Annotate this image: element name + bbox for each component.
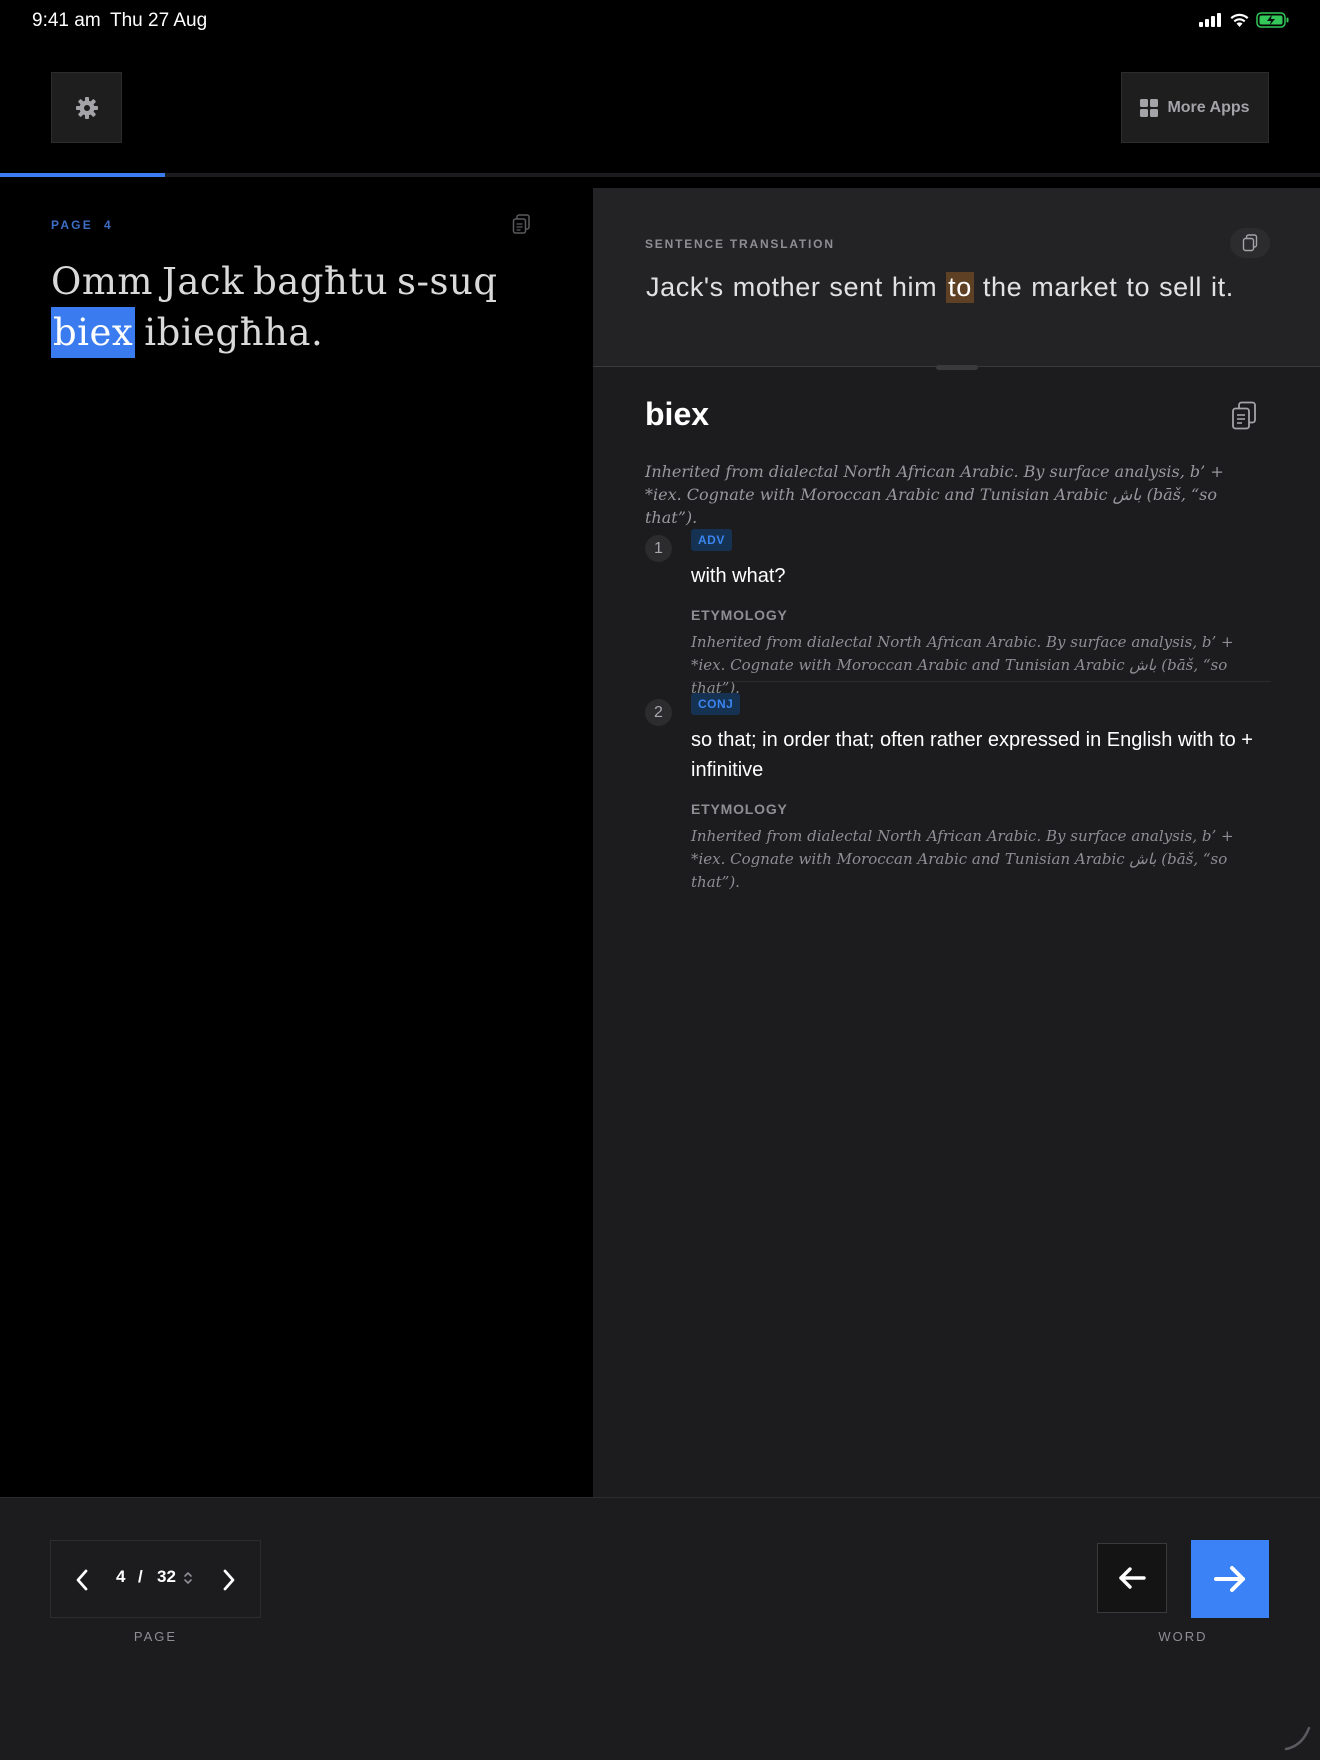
sense-number: 2 <box>645 699 672 726</box>
page-navigator: 4 / 32 <box>50 1540 261 1618</box>
word-caption: WORD <box>1158 1629 1208 1644</box>
resize-corner-icon <box>1284 1726 1311 1751</box>
page-label: PAGE 4 <box>51 218 113 232</box>
battery-charging-icon <box>1256 12 1289 28</box>
sense-divider <box>691 681 1271 682</box>
total-pages: 32 <box>157 1567 176 1586</box>
translation-word[interactable]: sell <box>1159 272 1202 303</box>
more-apps-button[interactable]: More Apps <box>1121 72 1269 143</box>
translation-word[interactable]: Jack's <box>646 272 724 303</box>
signal-icon <box>1199 13 1221 27</box>
translation-word[interactable]: him <box>892 272 937 303</box>
copy-icon <box>512 214 530 234</box>
next-word-button[interactable] <box>1191 1540 1269 1618</box>
status-time: 9:41 am <box>32 10 101 31</box>
previous-page-button[interactable] <box>67 1565 97 1595</box>
more-apps-label: More Apps <box>1167 98 1250 116</box>
translation-word-highlighted[interactable]: to <box>946 272 974 303</box>
etymology-heading: ETYMOLOGY <box>691 607 788 623</box>
sense-etymology: Inherited from dialectal North African A… <box>691 633 1234 697</box>
copy-icon <box>1232 401 1256 430</box>
sense-body: CONJ so that; in order that; often rathe… <box>691 693 1271 894</box>
sense-number: 1 <box>645 535 672 562</box>
copy-icon <box>1242 234 1258 252</box>
part-of-speech-badge: CONJ <box>691 693 741 715</box>
translation-word[interactable]: it. <box>1211 272 1234 303</box>
copy-source-button[interactable] <box>512 214 531 240</box>
page-number: 4 <box>104 218 113 232</box>
source-word[interactable]: bagħtu <box>253 256 388 307</box>
etymology-heading: ETYMOLOGY <box>691 801 788 817</box>
arrow-left-icon <box>1119 1567 1146 1589</box>
chevron-up-down-icon <box>184 1572 192 1584</box>
next-page-button[interactable] <box>214 1565 244 1595</box>
copy-definition-button[interactable] <box>1231 401 1257 436</box>
previous-word-button[interactable] <box>1097 1543 1167 1613</box>
sense-etymology: Inherited from dialectal North African A… <box>691 827 1234 891</box>
source-word[interactable]: s-suq <box>397 256 498 307</box>
translation-word[interactable]: market <box>1031 272 1117 303</box>
translation-word[interactable]: sent <box>829 272 882 303</box>
source-word[interactable]: Jack <box>162 256 244 307</box>
status-icons <box>1199 12 1290 28</box>
bottom-navigation-bar: 4 / 32 PAGE WORD <box>0 1497 1320 1760</box>
arrow-right-icon <box>1214 1566 1245 1592</box>
chevron-left-icon <box>76 1569 88 1591</box>
translation-sentence: Jack's mother sent him to the market to sell it. <box>646 272 1243 303</box>
sense-body: ADV with what? ETYMOLOGY Inherited from … <box>691 529 1271 700</box>
translation-word[interactable]: mother <box>733 272 821 303</box>
source-word-selected[interactable]: biex <box>51 307 136 358</box>
grid-icon <box>1140 98 1159 117</box>
status-bar: 9:41 am Thu 27 Aug <box>0 0 1320 40</box>
copy-translation-button[interactable] <box>1230 228 1270 258</box>
current-page: 4 <box>116 1567 126 1586</box>
gear-icon <box>75 96 98 119</box>
part-of-speech-badge: ADV <box>691 529 732 551</box>
page-caption: PAGE <box>133 1629 178 1644</box>
translation-word[interactable]: the <box>983 272 1022 303</box>
source-word[interactable]: ibiegħha. <box>144 307 323 358</box>
dictionary-headword: biex <box>645 396 710 432</box>
sense-definition: so that; in order that; often rather exp… <box>691 729 1253 781</box>
status-date: Thu 27 Aug <box>110 10 208 31</box>
source-word[interactable]: Omm <box>51 256 153 307</box>
page-picker-button[interactable] <box>183 1571 193 1590</box>
translation-word[interactable]: to <box>1126 272 1150 303</box>
translation-section: SENTENCE TRANSLATION Jack's mother sent him… <box>593 188 1320 370</box>
source-sentence: Omm Jack bagħtu s-suq biex ibiegħha. <box>51 256 571 358</box>
dictionary-panel: SENTENCE TRANSLATION Jack's mother sent him… <box>593 188 1320 1497</box>
chevron-right-icon <box>223 1569 235 1591</box>
headword-etymology: Inherited from dialectal North African A… <box>645 462 1224 527</box>
translation-label: SENTENCE TRANSLATION <box>645 237 835 251</box>
settings-button[interactable] <box>51 72 122 143</box>
page-separator: / <box>138 1567 143 1586</box>
wifi-icon <box>1230 13 1249 27</box>
resize-handle[interactable] <box>936 365 978 370</box>
sense-definition: with what? <box>691 565 786 587</box>
source-panel: PAGE 4 Omm Jack bagħtu s-suq biex ibiegħha. <box>0 177 593 1497</box>
